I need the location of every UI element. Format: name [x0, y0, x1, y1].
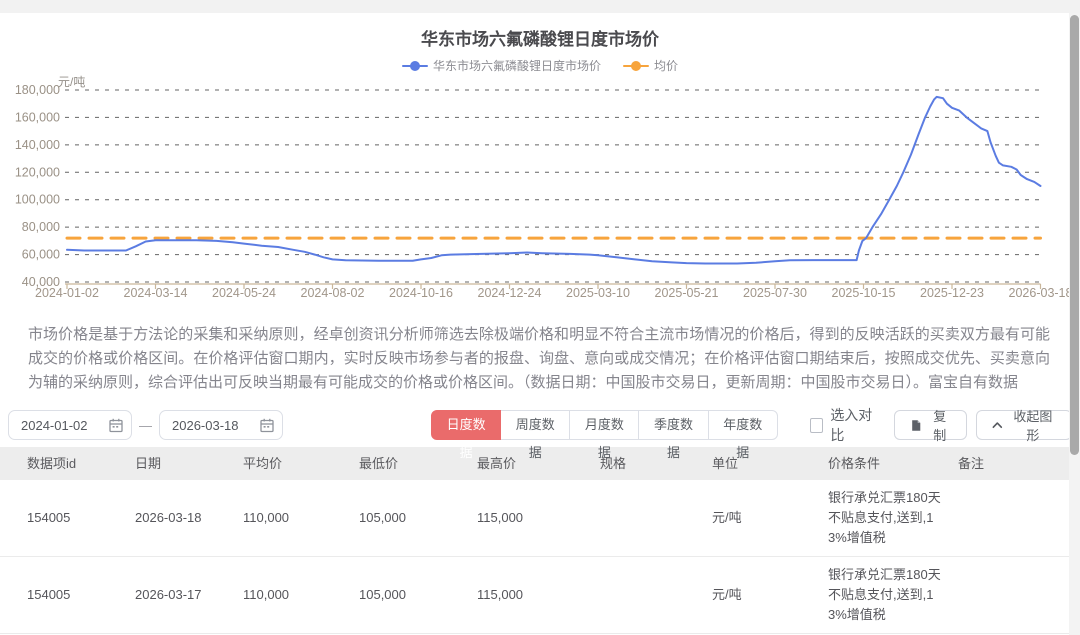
copy-label: 复制 [928, 406, 951, 444]
y-tick-label: 140,000 [15, 138, 60, 152]
y-tick-label: 160,000 [15, 110, 60, 124]
table-cell-condition: 银行承兑汇票180天不贴息支付,送到,13%增值税 [828, 565, 958, 625]
price-data-table: 数据项id日期平均价最低价最高价规格单位价格条件备注 1540052026-03… [0, 447, 1069, 635]
y-tick-label: 180,000 [15, 83, 60, 97]
table-cell-avg: 110,000 [243, 585, 359, 605]
methodology-description: 市场价格是基于方法论的采集和采纳原则，经卓创资讯分析师筛选去除极端价格和明显不符… [28, 323, 1050, 395]
y-tick-label: 120,000 [15, 165, 60, 179]
calendar-icon [109, 418, 123, 433]
table-cell-unit: 元/吨 [712, 508, 828, 528]
controls-bar: — 日度数据周度数据月度数据季度数据年度数据 选入对比 复制 收起图形 [0, 410, 1080, 440]
x-tick-label: 2025-12-23 [920, 286, 984, 300]
legend-item[interactable]: 华东市场六氟磷酸锂日度市场价 [402, 57, 601, 74]
table-cell-date: 2026-03-18 [135, 508, 243, 528]
table-header-cell: 单位 [712, 454, 828, 474]
table-cell-id: 154005 [27, 585, 135, 605]
chart-legend: 华东市场六氟磷酸锂日度市场价 均价 [0, 57, 1080, 74]
table-header-cell: 备注 [958, 454, 1059, 474]
x-tick-label: 2025-03-10 [566, 286, 630, 300]
table-cell-id: 154005 [27, 508, 135, 528]
table-cell-max: 115,000 [477, 585, 600, 605]
table-header-cell: 价格条件 [828, 454, 958, 474]
compare-checkbox[interactable] [810, 418, 824, 433]
table-cell-max: 115,000 [477, 508, 600, 528]
table-cell-avg: 110,000 [243, 508, 359, 528]
table-cell-condition: 银行承兑汇票180天不贴息支付,送到,13%增值税 [828, 488, 958, 548]
period-tab[interactable]: 季度数据 [638, 410, 708, 440]
x-tick-label: 2024-01-02 [35, 286, 99, 300]
table-cell-min: 105,000 [359, 585, 477, 605]
period-tab[interactable]: 年度数据 [708, 410, 778, 440]
price-chart[interactable]: 40,00060,00080,000100,000120,000140,0001… [0, 78, 1080, 310]
legend-marker-icon [623, 61, 649, 71]
x-tick-label: 2024-10-16 [389, 286, 453, 300]
x-tick-label: 2024-12-24 [478, 286, 542, 300]
table-cell-min: 105,000 [359, 508, 477, 528]
x-tick-label: 2024-03-14 [124, 286, 188, 300]
table-header-cell: 日期 [135, 454, 243, 474]
x-tick-label: 2025-10-15 [832, 286, 896, 300]
table-row[interactable]: 1540052026-03-18110,000105,000115,000 元/吨… [0, 480, 1069, 557]
table-body: 1540052026-03-18110,000105,000115,000元/吨… [0, 480, 1069, 635]
compare-label: 选入对比 [830, 405, 880, 445]
table-header-cell: 平均价 [243, 454, 359, 474]
date-range-separator: — [139, 418, 152, 433]
legend-label: 华东市场六氟磷酸锂日度市场价 [433, 57, 601, 74]
period-tab-group: 日度数据周度数据月度数据季度数据年度数据 [431, 410, 778, 440]
y-tick-label: 100,000 [15, 193, 60, 207]
end-date-picker[interactable] [159, 410, 283, 440]
period-tab[interactable]: 月度数据 [569, 410, 639, 440]
period-tab[interactable]: 周度数据 [500, 410, 570, 440]
x-tick-label: 2024-05-24 [212, 286, 276, 300]
start-date-picker[interactable] [8, 410, 132, 440]
legend-item[interactable]: 均价 [623, 57, 678, 74]
table-row[interactable]: 1540052026-03-17110,000105,000115,000 元/吨… [0, 557, 1069, 634]
copy-icon [910, 418, 921, 433]
x-tick-label: 2025-05-21 [655, 286, 719, 300]
table-header-cell: 最高价 [477, 454, 600, 474]
y-tick-label: 60,000 [22, 248, 60, 262]
table-header-cell: 数据项id [27, 454, 135, 474]
copy-button[interactable]: 复制 [894, 410, 967, 440]
x-tick-label: 2025-07-30 [743, 286, 807, 300]
y-tick-label: 80,000 [22, 220, 60, 234]
page-top-strip [0, 0, 1080, 13]
collapse-label: 收起图形 [1010, 406, 1056, 444]
x-tick-label: 2024-08-02 [301, 286, 365, 300]
compare-toggle[interactable]: 选入对比 [810, 405, 880, 445]
collapse-chart-button[interactable]: 收起图形 [976, 410, 1072, 440]
page-scrollbar-track [1069, 13, 1080, 635]
calendar-icon [260, 418, 274, 433]
period-tab[interactable]: 日度数据 [431, 410, 501, 440]
table-cell-unit: 元/吨 [712, 585, 828, 605]
page-scrollbar-thumb[interactable] [1070, 15, 1079, 455]
table-header-cell: 规格 [600, 454, 712, 474]
chevron-up-icon [992, 421, 1003, 429]
table-cell-date: 2026-03-17 [135, 585, 243, 605]
chart-title: 华东市场六氟磷酸锂日度市场价 [0, 25, 1080, 50]
legend-marker-icon [402, 61, 428, 71]
chart-section: 华东市场六氟磷酸锂日度市场价 华东市场六氟磷酸锂日度市场价均价 元/吨 40,0… [0, 25, 1080, 307]
legend-label: 均价 [654, 57, 678, 74]
x-tick-label: 2026-03-18 [1009, 286, 1073, 300]
